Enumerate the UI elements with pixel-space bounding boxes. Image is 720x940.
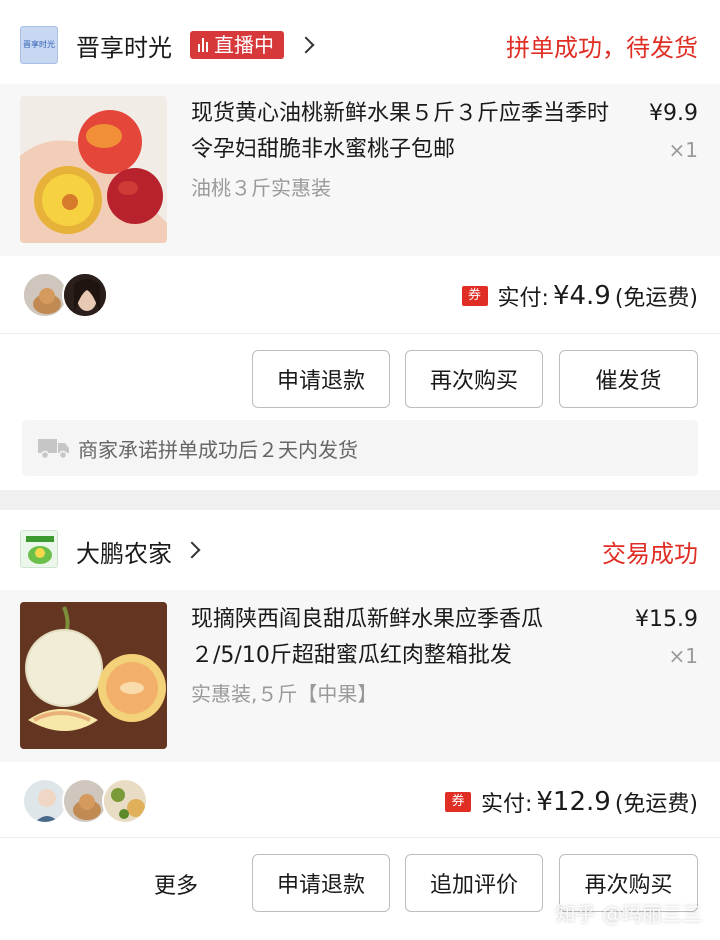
order-status: 交易成功 [602,540,698,568]
shop-logo [20,530,58,568]
product-image[interactable] [20,602,167,749]
shipping-note: (免运费) [614,286,698,311]
chevron-right-icon[interactable] [183,541,201,559]
paid-label: 实付: [497,286,549,311]
paid-amount: 券 实付: ¥4.9 (免运费) [461,280,698,312]
avatar[interactable] [102,778,148,824]
product-image[interactable] [20,96,167,243]
order-status: 拼单成功，待发货 [506,34,698,62]
payment-row: 券 实付: ¥4.9 (免运费) [0,256,720,334]
product-quantity: ×1 [668,644,698,668]
product-spec: 油桃３斤实惠装 [191,176,331,200]
more-button[interactable]: 更多 [154,868,198,900]
coupon-icon: 券 [461,286,488,306]
paid-amount: 券 实付: ¥12.9 (免运费) [444,786,698,818]
product-row[interactable]: 现货黄心油桃新鲜水果５斤３斤应季当季时令孕妇甜脆非水蜜桃子包邮 ¥9.9 ×1 … [0,84,720,256]
refund-button[interactable]: 申请退款 [252,350,390,408]
product-title[interactable]: 现货黄心油桃新鲜水果５斤３斤应季当季时令孕妇甜脆非水蜜桃子包邮 [191,96,621,168]
product-price: ¥15.9 [635,607,698,632]
order-card: 晋享时光 晋享时光 直播中 拼单成功，待发货 现货黄心油桃新鲜水果５斤３斤应季当… [0,0,720,490]
refund-button[interactable]: 申请退款 [252,854,390,912]
product-row[interactable]: 现摘陕西阎良甜瓜新鲜水果应季香瓜２/5/10斤超甜蜜瓜红肉整箱批发 ¥15.9 … [0,590,720,762]
truck-icon [38,439,69,460]
coupon-icon: 券 [444,792,471,812]
buy-again-button[interactable]: 再次购买 [405,350,543,408]
paid-value: ¥12.9 [536,787,611,817]
product-title[interactable]: 现摘陕西阎良甜瓜新鲜水果应季香瓜２/5/10斤超甜蜜瓜红肉整箱批发 [191,602,621,674]
shop-header[interactable]: 晋享时光 晋享时光 直播中 拼单成功，待发货 [0,0,720,84]
paid-label: 实付: [480,792,533,817]
avatar[interactable] [62,272,108,318]
payment-row: 券 实付: ¥12.9 (免运费) [0,762,720,838]
urge-shipping-button[interactable]: 催发货 [559,350,698,408]
live-badge-label: 直播中 [214,33,274,57]
shop-name[interactable]: 大鹏农家 [76,534,172,569]
add-review-button[interactable]: 追加评价 [405,854,543,912]
shop-name[interactable]: 晋享时光 [76,28,172,63]
live-bars-icon [198,38,208,52]
promise-text: 商家承诺拼单成功后２天内发货 [78,438,358,462]
live-badge[interactable]: 直播中 [190,31,284,59]
shop-logo: 晋享时光 [20,26,58,64]
order-card: 大鹏农家 交易成功 现摘陕西阎良甜瓜新鲜水果应季香瓜２/5/10斤超甜蜜瓜红肉整… [0,510,720,940]
shipping-promise: 商家承诺拼单成功后２天内发货 [22,420,698,476]
paid-value: ¥4.9 [552,281,611,311]
product-quantity: ×1 [668,138,698,162]
chevron-right-icon[interactable] [297,36,315,54]
product-spec: 实惠装,５斤【中果】 [191,682,378,706]
shipping-note: (免运费) [614,792,698,817]
product-price: ¥9.9 [649,101,698,126]
shop-header[interactable]: 大鹏农家 交易成功 [0,510,720,594]
watermark: 知乎 @玛丽三三 [555,902,702,926]
